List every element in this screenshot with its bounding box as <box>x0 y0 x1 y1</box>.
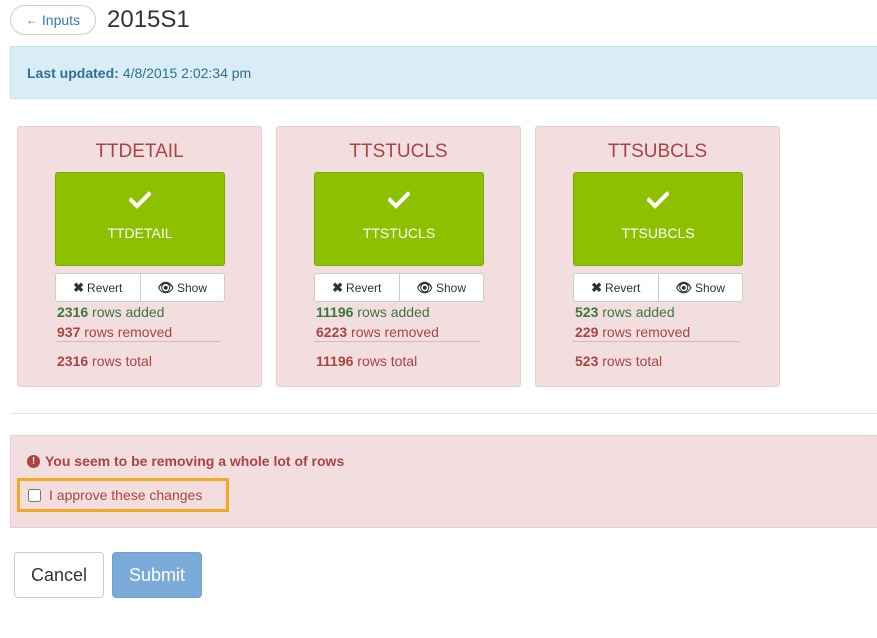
last-updated-label: Last updated: <box>27 64 119 81</box>
table-status-tile[interactable]: TTSUBCLS <box>573 172 743 266</box>
revert-button[interactable]: ✖ Revert <box>314 273 400 302</box>
rows-added: 523 rows added <box>575 304 675 320</box>
card-title: TTDETAIL <box>95 141 184 162</box>
card-button-group: ✖ Revert 👁 Show <box>314 273 484 302</box>
rows-removed: 6223 rows removed <box>316 324 439 340</box>
last-updated-alert: Last updated: 4/8/2015 2:02:34 pm <box>10 46 877 99</box>
check-icon <box>56 191 224 214</box>
table-card-ttstucls: TTSTUCLS TTSTUCLS ✖ Revert 👁 Show 11196 … <box>276 126 521 387</box>
show-label: Show <box>176 280 208 295</box>
stats-divider <box>55 341 221 342</box>
rows-total: 523 rows total <box>575 353 663 369</box>
close-icon: ✖ <box>73 279 85 295</box>
eye-icon: 👁 <box>675 279 692 295</box>
check-icon <box>315 191 483 214</box>
warning-text: You seem to be removing a whole lot of r… <box>45 453 345 469</box>
table-card-ttsubcls: TTSUBCLS TTSUBCLS ✖ Revert 👁 Show 523 ro… <box>535 126 780 387</box>
warning-alert: ! You seem to be removing a whole lot of… <box>10 435 877 528</box>
show-label: Show <box>694 280 726 295</box>
rows-added: 2316 rows added <box>57 304 165 320</box>
table-status-tile[interactable]: TTSTUCLS <box>314 172 484 266</box>
show-label: Show <box>435 280 467 295</box>
rows-total: 11196 rows total <box>316 353 418 369</box>
approve-changes-highlight[interactable]: I approve these changes <box>17 478 229 512</box>
revert-button[interactable]: ✖ Revert <box>573 273 659 302</box>
check-icon <box>574 191 742 214</box>
exclamation-circle-icon: ! <box>27 454 40 468</box>
table-status-tile[interactable]: TTDETAIL <box>55 172 225 266</box>
warning-message: ! You seem to be removing a whole lot of… <box>27 453 344 469</box>
arrow-left-icon: ← <box>25 13 38 27</box>
submit-button[interactable]: Submit <box>112 552 202 598</box>
rows-removed: 229 rows removed <box>575 324 691 340</box>
tile-label: TTSUBCLS <box>621 225 695 241</box>
stats-divider <box>573 341 739 342</box>
section-divider <box>10 413 877 414</box>
table-card-ttdetail: TTDETAIL TTDETAIL ✖ Revert 👁 Show 2316 r… <box>17 126 262 387</box>
card-title: TTSTUCLS <box>349 141 448 162</box>
eye-icon: 👁 <box>416 279 433 295</box>
eye-icon: 👁 <box>157 279 174 295</box>
show-button[interactable]: 👁 Show <box>658 273 743 302</box>
close-icon: ✖ <box>332 279 344 295</box>
last-updated-value: 4/8/2015 2:02:34 pm <box>122 64 252 81</box>
revert-button[interactable]: ✖ Revert <box>55 273 141 302</box>
card-title: TTSUBCLS <box>607 141 708 162</box>
cancel-button[interactable]: Cancel <box>14 552 104 598</box>
approve-changes-checkbox[interactable] <box>28 488 41 502</box>
back-button-label: Inputs <box>41 12 81 28</box>
back-to-inputs-button[interactable]: ← Inputs <box>10 5 96 35</box>
rows-total: 2316 rows total <box>57 353 152 369</box>
show-button[interactable]: 👁 Show <box>399 273 484 302</box>
rows-removed: 937 rows removed <box>57 324 173 340</box>
stats-divider <box>314 341 480 342</box>
card-button-group: ✖ Revert 👁 Show <box>55 273 225 302</box>
tile-label: TTDETAIL <box>107 225 173 241</box>
revert-label: Revert <box>605 280 641 295</box>
revert-label: Revert <box>87 280 123 295</box>
close-icon: ✖ <box>591 279 603 295</box>
show-button[interactable]: 👁 Show <box>140 273 225 302</box>
card-button-group: ✖ Revert 👁 Show <box>573 273 743 302</box>
tile-label: TTSTUCLS <box>362 225 436 241</box>
revert-label: Revert <box>346 280 382 295</box>
page-title: 2015S1 <box>107 6 190 33</box>
rows-added: 11196 rows added <box>316 304 430 320</box>
approve-changes-label: I approve these changes <box>49 487 203 503</box>
